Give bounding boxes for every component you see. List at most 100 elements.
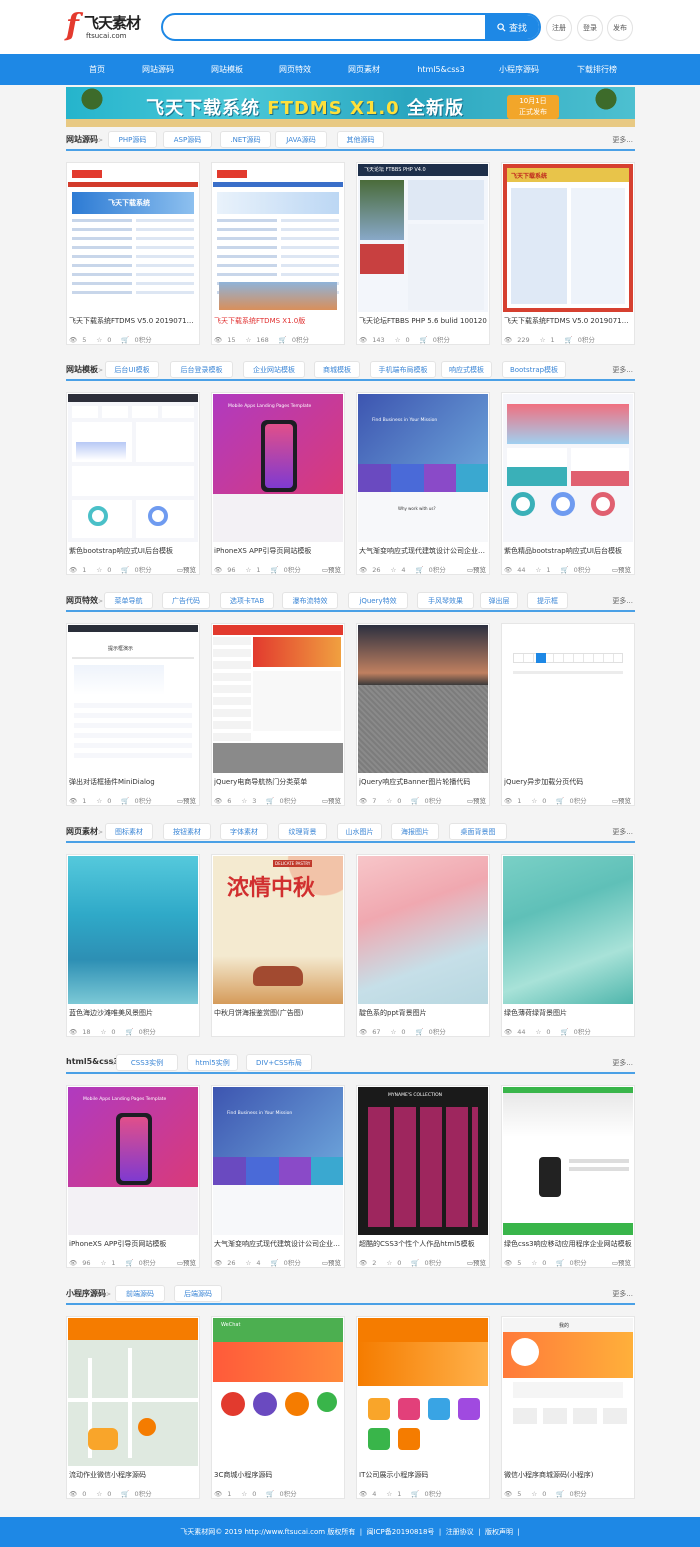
card-thumbnail[interactable] — [68, 1318, 198, 1466]
card-thumbnail[interactable]: 飞天下载系统 — [503, 164, 633, 312]
resource-card[interactable]: Mobile Apps Landing Pages Template iPhone… — [211, 392, 345, 575]
section-tag[interactable]: 桌面背景图 — [449, 823, 507, 840]
card-thumbnail[interactable] — [358, 1318, 488, 1466]
section-tag[interactable]: DIV+CSS布局 — [246, 1054, 312, 1071]
section-tag[interactable]: CSS3实例 — [116, 1054, 178, 1071]
resource-card[interactable]: 紫色bootstrap响应式UI后台模板 👁 1 ☆ 0 🛒 0积分 ▭预览 — [66, 392, 200, 575]
card-title[interactable]: 靛色系的ppt背景图片 — [359, 1008, 487, 1018]
card-thumbnail[interactable]: 我的 — [503, 1318, 633, 1466]
resource-card[interactable]: jQuery异步加载分页代码 👁 1 ☆ 0 🛒 0积分 ▭预览 — [501, 623, 635, 806]
card-title[interactable]: jQuery电商导航热门分类菜单 — [214, 777, 342, 787]
section-tag[interactable]: 后台UI模板 — [105, 361, 159, 378]
resource-card[interactable]: 绿色薄荷绿背景图片 👁 44 ☆ 0 🛒 0积分 — [501, 854, 635, 1037]
footer-agreement-link[interactable]: 注册协议 — [446, 1528, 474, 1536]
login-button[interactable]: 登录 — [577, 15, 603, 41]
card-thumbnail[interactable]: 飞天下载 — [213, 164, 343, 312]
footer-statement-link[interactable]: 版权声明 — [485, 1528, 513, 1536]
section-tag[interactable]: 菜单导航 — [104, 592, 153, 609]
resource-card[interactable]: Find Business in Your Mission 大气渐变响应式现代建筑… — [211, 1085, 345, 1268]
card-thumbnail[interactable]: 浓情中秋 DELICATE PASTRY — [213, 856, 343, 1004]
card-thumbnail[interactable] — [213, 625, 343, 773]
card-title[interactable]: 大气渐变响应式现代建筑设计公司企业模... — [214, 1239, 342, 1249]
resource-card[interactable]: 我的 微信小程序商城源码(小程序) 👁 5 ☆ 0 🛒 0积分 — [501, 1316, 635, 1499]
preview-button[interactable]: ▭预览 — [467, 564, 486, 574]
card-title[interactable]: 紫色bootstrap响应式UI后台模板 — [69, 546, 197, 556]
card-title[interactable]: 飞天下载系统FTDMS V5.0 20190713(... — [504, 316, 632, 326]
nav-item-materials[interactable]: 网页素材 — [348, 54, 380, 85]
nav-item-html5[interactable]: html5&css3 — [417, 54, 464, 85]
card-thumbnail[interactable]: Find Business in Your Mission Why work wi… — [358, 394, 488, 542]
card-thumbnail[interactable] — [358, 856, 488, 1004]
section-tag[interactable]: 后台登录模板 — [170, 361, 233, 378]
section-tag[interactable]: 响应式模板 — [441, 361, 492, 378]
section-tag[interactable]: .NET源码 — [220, 131, 271, 148]
nav-item-effects[interactable]: 网页特效 — [279, 54, 311, 85]
more-link[interactable]: 更多... — [612, 1058, 633, 1068]
section-tag[interactable]: 商城模板 — [314, 361, 360, 378]
card-thumbnail[interactable] — [503, 394, 633, 542]
resource-card[interactable]: IT公司展示小程序源码 👁 4 ☆ 1 🛒 0积分 — [356, 1316, 490, 1499]
nav-item-ranking[interactable]: 下载排行榜 — [577, 54, 617, 85]
section-tag[interactable]: PHP源码 — [108, 131, 157, 148]
section-tag[interactable]: Bootstrap模板 — [502, 361, 566, 378]
section-tag[interactable]: JAVA源码 — [275, 131, 327, 148]
card-thumbnail[interactable]: 飞天论坛 FTBBS PHP V4.0 — [358, 164, 488, 312]
section-tag[interactable]: 图标素材 — [105, 823, 153, 840]
more-link[interactable]: 更多... — [612, 365, 633, 375]
card-title[interactable]: 绿色css3响应移动应用程序企业网站模板 — [504, 1239, 632, 1249]
card-thumbnail[interactable] — [358, 625, 488, 773]
section-title[interactable]: 网页素材 — [66, 826, 98, 837]
more-link[interactable]: 更多... — [612, 135, 633, 145]
section-tag[interactable]: 前端源码 — [115, 1285, 165, 1302]
card-title[interactable]: 飞天下载系统FTDMS V5.0 20190713(... — [69, 316, 197, 326]
resource-card[interactable]: WeChat 3C商城小程序源码 👁 1 ☆ 0 🛒 0积分 — [211, 1316, 345, 1499]
section-tag[interactable]: 手机端布局模板 — [370, 361, 436, 378]
search-input[interactable] — [173, 19, 473, 35]
section-tag[interactable]: 按钮素材 — [163, 823, 211, 840]
resource-card[interactable]: 靛色系的ppt背景图片 👁 67 ☆ 0 🛒 0积分 — [356, 854, 490, 1037]
card-title[interactable]: IT公司展示小程序源码 — [359, 1470, 487, 1480]
preview-button[interactable]: ▭预览 — [612, 564, 631, 574]
preview-button[interactable]: ▭预览 — [322, 1257, 341, 1267]
card-title[interactable]: jQuery响应式Banner图片轮播代码 — [359, 777, 487, 787]
site-logo[interactable]: f 飞天素材 ftsucai.com — [66, 8, 156, 46]
card-title[interactable]: 绿色薄荷绿背景图片 — [504, 1008, 632, 1018]
section-tag[interactable]: 选项卡TAB — [220, 592, 274, 609]
card-title[interactable]: 飞天论坛FTBBS PHP 5.6 bulid 100120 — [359, 316, 487, 326]
section-tag[interactable]: 瀑布流特效 — [282, 592, 338, 609]
card-title[interactable]: jQuery异步加载分页代码 — [504, 777, 632, 787]
resource-card[interactable]: 绿色css3响应移动应用程序企业网站模板 👁 5 ☆ 0 🛒 0积分 ▭预览 — [501, 1085, 635, 1268]
more-link[interactable]: 更多... — [612, 596, 633, 606]
resource-card[interactable]: 飞天下载系统 飞天下载系统FTDMS V5.0 20190713(... 👁 5 ☆ 0 🛒… — [66, 162, 200, 345]
card-thumbnail[interactable]: WeChat — [213, 1318, 343, 1466]
card-thumbnail[interactable] — [68, 394, 198, 542]
preview-button[interactable]: ▭预览 — [177, 795, 196, 805]
resource-card[interactable]: 飞天下载 飞天下载系统FTDMS X1.0版 👁 15 ☆ 168 🛒 0积分 — [211, 162, 345, 345]
card-thumbnail[interactable] — [503, 625, 633, 773]
card-title[interactable]: 中秋月饼海报鉴赏图(广告图) — [214, 1008, 342, 1018]
preview-button[interactable]: ▭预览 — [467, 1257, 486, 1267]
section-tag[interactable]: 海报图片 — [391, 823, 439, 840]
preview-button[interactable]: ▭预览 — [612, 795, 631, 805]
preview-button[interactable]: ▭预览 — [322, 564, 341, 574]
card-title[interactable]: iPhoneXS APP引导页网站模板 — [214, 546, 342, 556]
card-thumbnail[interactable]: Find Business in Your Mission — [213, 1087, 343, 1235]
footer-icp[interactable]: 闽ICP备20190818号 — [367, 1528, 435, 1536]
section-tag[interactable]: 提示框 — [527, 592, 568, 609]
section-tag[interactable]: 后端源码 — [174, 1285, 222, 1302]
section-tag[interactable]: 纹理背景 — [278, 823, 327, 840]
preview-button[interactable]: ▭预览 — [177, 1257, 196, 1267]
nav-item-home[interactable]: 首页 — [89, 54, 105, 85]
nav-item-miniprogram[interactable]: 小程序源码 — [499, 54, 539, 85]
card-title[interactable]: 流动作业微信小程序源码 — [69, 1470, 197, 1480]
preview-button[interactable]: ▭预览 — [177, 564, 196, 574]
section-tag[interactable]: 其他源码 — [337, 131, 384, 148]
card-title[interactable]: iPhoneXS APP引导页网站模板 — [69, 1239, 197, 1249]
nav-item-source[interactable]: 网站源码 — [142, 54, 174, 85]
preview-button[interactable]: ▭预览 — [322, 795, 341, 805]
register-button[interactable]: 注册 — [546, 15, 572, 41]
preview-button[interactable]: ▭预览 — [467, 795, 486, 805]
more-link[interactable]: 更多... — [612, 827, 633, 837]
section-tag[interactable]: 弹出层 — [480, 592, 518, 609]
preview-button[interactable]: ▭预览 — [612, 1257, 631, 1267]
